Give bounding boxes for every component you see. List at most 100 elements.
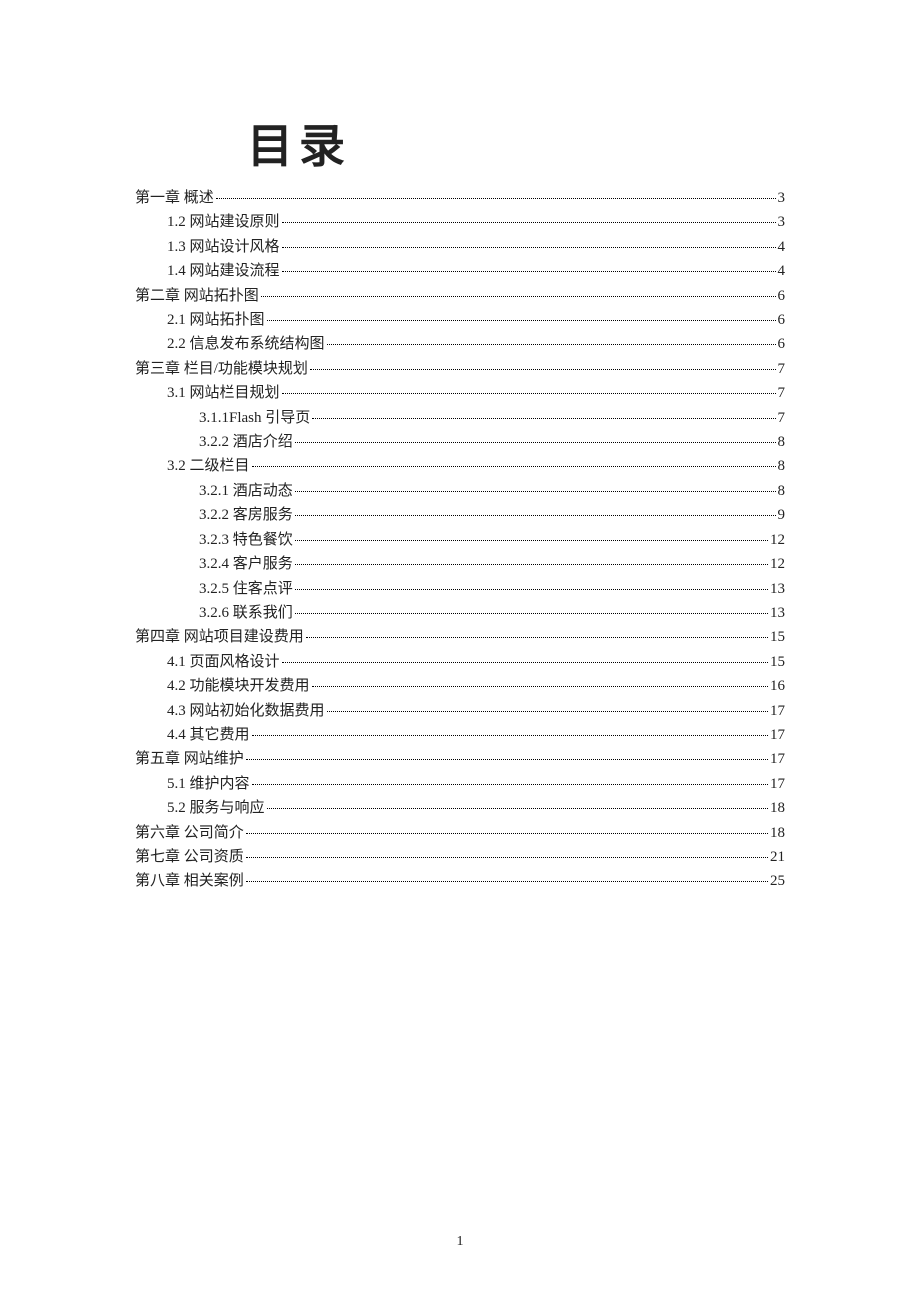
toc-entry-page: 9	[778, 503, 786, 527]
toc-entry[interactable]: 第六章 公司简介 18	[135, 821, 785, 845]
toc-entry[interactable]: 4.2 功能模块开发费用 16	[135, 674, 785, 698]
toc-entry-label: 5.2 服务与响应	[167, 796, 265, 820]
toc-entry[interactable]: 2.1 网站拓扑图 6	[135, 308, 785, 332]
toc-entry[interactable]: 3.2.2 客房服务 9	[135, 503, 785, 527]
toc-entry-page: 12	[770, 552, 785, 576]
toc-entry-page: 8	[778, 430, 786, 454]
toc-entry-label: 3.2.6 联系我们	[199, 601, 293, 625]
toc-entry-page: 17	[770, 747, 785, 771]
toc-leader-dots	[282, 222, 776, 223]
table-of-contents: 第一章 概述31.2 网站建设原则31.3 网站设计风格41.4 网站建设流程4…	[135, 186, 785, 894]
toc-leader-dots	[295, 589, 768, 590]
toc-entry[interactable]: 3.2.2 酒店介绍 8	[135, 430, 785, 454]
toc-entry[interactable]: 3.2.6 联系我们 13	[135, 601, 785, 625]
toc-entry-page: 6	[778, 308, 786, 332]
toc-entry[interactable]: 第三章 栏目/功能模块规划 7	[135, 357, 785, 381]
toc-leader-dots	[246, 881, 768, 882]
toc-entry-label: 4.3 网站初始化数据费用	[167, 699, 325, 723]
toc-leader-dots	[306, 637, 768, 638]
toc-entry-page: 7	[778, 357, 786, 381]
toc-entry[interactable]: 4.1 页面风格设计15	[135, 650, 785, 674]
toc-entry[interactable]: 第四章 网站项目建设费用15	[135, 625, 785, 649]
toc-entry[interactable]: 2.2 信息发布系统结构图 6	[135, 332, 785, 356]
toc-entry-label: 1.3 网站设计风格	[167, 235, 280, 259]
page-number: 1	[0, 1234, 920, 1250]
toc-entry[interactable]: 3.2.1 酒店动态8	[135, 479, 785, 503]
toc-leader-dots	[261, 296, 776, 297]
toc-entry-label: 第三章 栏目/功能模块规划	[135, 357, 308, 381]
toc-leader-dots	[246, 759, 768, 760]
toc-leader-dots	[295, 515, 776, 516]
toc-entry[interactable]: 3.2.4 客户服务 12	[135, 552, 785, 576]
toc-entry-page: 3	[778, 210, 786, 234]
toc-entry-page: 6	[778, 284, 786, 308]
toc-leader-dots	[246, 857, 768, 858]
toc-entry-label: 5.1 维护内容	[167, 772, 250, 796]
toc-leader-dots	[282, 662, 768, 663]
toc-leader-dots	[295, 540, 768, 541]
toc-leader-dots	[295, 491, 776, 492]
toc-entry-page: 17	[770, 772, 785, 796]
toc-leader-dots	[295, 442, 776, 443]
toc-entry[interactable]: 3.1 网站栏目规划7	[135, 381, 785, 405]
toc-entry-page: 18	[770, 821, 785, 845]
toc-leader-dots	[295, 613, 768, 614]
toc-entry-page: 21	[770, 845, 785, 869]
toc-entry[interactable]: 第一章 概述 3	[135, 186, 785, 210]
toc-entry[interactable]: 4.4 其它费用 17	[135, 723, 785, 747]
toc-entry-page: 7	[778, 406, 786, 430]
toc-entry-page: 16	[770, 674, 785, 698]
toc-leader-dots	[282, 393, 776, 394]
toc-entry[interactable]: 第八章 相关案例25	[135, 869, 785, 893]
toc-entry[interactable]: 3.1.1Flash 引导页 7	[135, 406, 785, 430]
toc-leader-dots	[216, 198, 776, 199]
toc-entry-label: 3.2.5 住客点评	[199, 577, 293, 601]
toc-entry-label: 4.2 功能模块开发费用	[167, 674, 310, 698]
page-title: 目录	[247, 110, 351, 176]
toc-entry-page: 6	[778, 332, 786, 356]
toc-entry-page: 3	[778, 186, 786, 210]
toc-entry[interactable]: 3.2 二级栏目8	[135, 454, 785, 478]
toc-entry-label: 第一章 概述	[135, 186, 214, 210]
toc-leader-dots	[252, 784, 768, 785]
toc-leader-dots	[267, 808, 768, 809]
toc-entry[interactable]: 3.2.3 特色餐饮12	[135, 528, 785, 552]
toc-entry[interactable]: 1.2 网站建设原则3	[135, 210, 785, 234]
toc-entry[interactable]: 1.3 网站设计风格4	[135, 235, 785, 259]
toc-entry[interactable]: 5.2 服务与响应 18	[135, 796, 785, 820]
toc-entry[interactable]: 1.4 网站建设流程4	[135, 259, 785, 283]
toc-entry-label: 3.2.2 酒店介绍	[199, 430, 293, 454]
toc-entry-label: 2.1 网站拓扑图	[167, 308, 265, 332]
toc-entry[interactable]: 4.3 网站初始化数据费用 17	[135, 699, 785, 723]
toc-leader-dots	[282, 247, 776, 248]
toc-entry-label: 第二章 网站拓扑图	[135, 284, 259, 308]
toc-entry-page: 17	[770, 723, 785, 747]
toc-entry-label: 第六章 公司简介	[135, 821, 244, 845]
document-page: 目录 第一章 概述 31.2 网站建设原则31.3 网站设计风格41.4 网站建设…	[0, 0, 920, 1302]
toc-entry[interactable]: 5.1 维护内容 17	[135, 772, 785, 796]
toc-entry-page: 18	[770, 796, 785, 820]
toc-entry-label: 3.1 网站栏目规划	[167, 381, 280, 405]
toc-entry-page: 17	[770, 699, 785, 723]
toc-entry-label: 3.1.1Flash 引导页	[199, 406, 310, 430]
toc-entry-page: 13	[770, 601, 785, 625]
toc-entry-label: 2.2 信息发布系统结构图	[167, 332, 325, 356]
toc-entry[interactable]: 第七章 公司资质21	[135, 845, 785, 869]
toc-entry-page: 8	[778, 479, 786, 503]
toc-entry-label: 3.2.2 客房服务	[199, 503, 293, 527]
toc-entry-page: 13	[770, 577, 785, 601]
toc-entry[interactable]: 3.2.5 住客点评 13	[135, 577, 785, 601]
toc-leader-dots	[327, 344, 776, 345]
toc-entry[interactable]: 第五章 网站维护 17	[135, 747, 785, 771]
toc-entry-label: 1.4 网站建设流程	[167, 259, 280, 283]
toc-entry-label: 3.2.4 客户服务	[199, 552, 293, 576]
toc-leader-dots	[312, 686, 768, 687]
toc-leader-dots	[246, 833, 768, 834]
toc-leader-dots	[267, 320, 776, 321]
toc-entry[interactable]: 第二章 网站拓扑图 6	[135, 284, 785, 308]
toc-entry-label: 第五章 网站维护	[135, 747, 244, 771]
toc-leader-dots	[252, 466, 776, 467]
toc-leader-dots	[327, 711, 768, 712]
toc-entry-label: 4.4 其它费用	[167, 723, 250, 747]
toc-entry-page: 15	[770, 625, 785, 649]
